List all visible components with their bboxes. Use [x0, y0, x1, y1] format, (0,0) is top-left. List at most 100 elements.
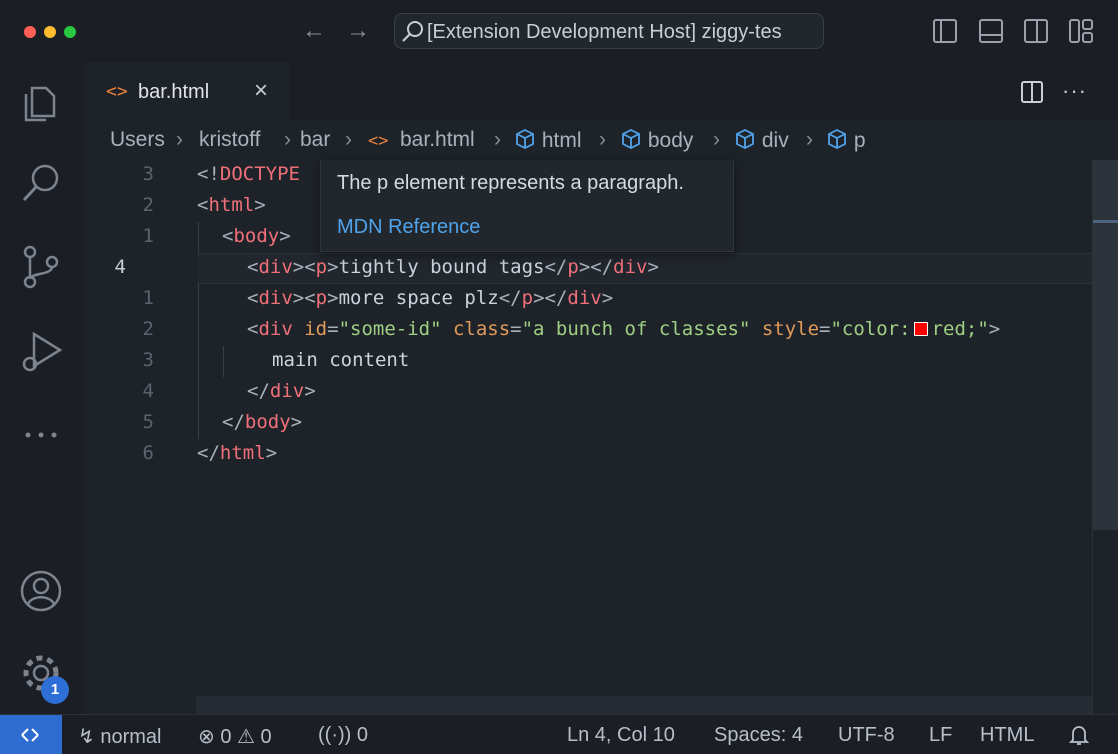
chevron-right-icon: ›: [284, 128, 291, 151]
close-icon[interactable]: ×: [254, 77, 268, 105]
code-text: <div><p>tightly bound tags</p></div>: [247, 256, 659, 278]
notifications-bell-icon[interactable]: [1068, 724, 1090, 746]
breadcrumb-item-users[interactable]: Users: [110, 128, 165, 152]
code-line: 5 </body>: [84, 408, 1094, 439]
symbol-element-icon: [516, 128, 534, 150]
breadcrumb: Users › kristoff › bar › <> bar.html › h…: [84, 122, 1118, 160]
mdn-reference-link[interactable]: MDN Reference: [337, 216, 480, 239]
explorer-icon[interactable]: [18, 78, 64, 124]
go-back-arrow-icon[interactable]: ←: [300, 16, 328, 46]
code-line: 6 </html>: [84, 439, 1094, 470]
code-text: <div id="some-id" class="a bunch of clas…: [247, 318, 1001, 340]
encoding-item[interactable]: UTF-8: [838, 724, 895, 747]
code-text: <body>: [222, 225, 291, 247]
breadcrumb-item-p[interactable]: p: [826, 128, 866, 153]
color-swatch-icon[interactable]: [913, 322, 928, 336]
breadcrumb-label: body: [647, 129, 694, 152]
chevron-right-icon: ›: [494, 128, 501, 151]
scrollbar-thumb[interactable]: [1093, 160, 1118, 530]
code-text: main content: [272, 349, 410, 371]
activity-bar: [0, 62, 84, 714]
code-text: </html>: [197, 442, 278, 464]
tab-label: bar.html: [138, 81, 210, 103]
problems-item[interactable]: ⊗ 0 ⚠ 0: [198, 724, 272, 749]
tab-bar: <> bar.html × ···: [84, 62, 1118, 120]
line-number: 1: [142, 287, 154, 309]
line-number: 5: [142, 411, 154, 433]
code-line: 1 <div><p>more space plz</p></div>: [84, 284, 1094, 315]
chevron-right-icon: ›: [345, 128, 352, 151]
code-text: </body>: [222, 411, 303, 433]
warning-icon: ⚠: [237, 726, 255, 748]
code-line: 3 main content: [84, 346, 1094, 377]
toggle-panel-icon[interactable]: [978, 18, 1004, 44]
symbol-element-icon: [622, 128, 640, 150]
remote-indicator[interactable]: [0, 715, 62, 754]
vertical-scrollbar[interactable]: [1092, 160, 1118, 714]
split-editor-icon[interactable]: [1020, 80, 1044, 104]
hover-description: The p element represents a paragraph.: [337, 172, 684, 194]
horizontal-scrollbar[interactable]: [196, 696, 1092, 714]
eol-item[interactable]: LF: [929, 724, 952, 747]
line-number-current: 4: [114, 256, 126, 278]
vim-mode-item[interactable]: ↯ normal: [78, 724, 161, 749]
window-close-button[interactable]: [24, 26, 36, 38]
breadcrumb-item-div[interactable]: div: [734, 128, 789, 153]
symbol-element-icon: [828, 128, 846, 150]
ports-count: 0: [356, 724, 368, 746]
toggle-secondary-sidebar-icon[interactable]: [1023, 18, 1049, 44]
breadcrumb-item-file[interactable]: bar.html: [400, 128, 475, 152]
tab-bar-html[interactable]: <> bar.html ×: [84, 62, 290, 120]
indentation-item[interactable]: Spaces: 4: [714, 724, 803, 747]
code-text: </div>: [247, 380, 316, 402]
html-file-icon: <>: [106, 81, 128, 102]
code-line-current: 4 <div><p>tightly bound tags</p></div>: [84, 253, 1094, 284]
line-number: 4: [142, 380, 154, 402]
breadcrumb-label: html: [541, 129, 582, 152]
ports-item[interactable]: ((·)) 0: [318, 724, 368, 747]
breadcrumb-item-kristoff[interactable]: kristoff: [199, 128, 260, 152]
line-number: 2: [142, 194, 154, 216]
command-center-text: [Extension Development Host] ziggy-tes: [427, 21, 782, 43]
warning-count: 0: [260, 726, 272, 748]
more-views-icon[interactable]: [18, 412, 64, 458]
more-actions-icon[interactable]: ···: [1062, 78, 1087, 104]
symbol-element-icon: [736, 128, 754, 150]
remote-icon: [21, 728, 39, 742]
line-number: 3: [142, 349, 154, 371]
run-and-debug-icon[interactable]: [18, 328, 64, 374]
chevron-right-icon: ›: [713, 128, 720, 151]
error-count: 0: [220, 726, 232, 748]
search-icon: [402, 21, 423, 42]
breadcrumb-item-bar[interactable]: bar: [300, 128, 330, 152]
chevron-right-icon: ›: [599, 128, 606, 151]
code-line: 4 </div>: [84, 377, 1094, 408]
line-number: 1: [142, 225, 154, 247]
status-bar: ↯ normal ⊗ 0 ⚠ 0 ((·)) 0 Ln 4, Col 10 Sp…: [0, 714, 1118, 754]
line-number: 6: [142, 442, 154, 464]
notification-badge: 1: [41, 676, 69, 704]
line-number: 2: [142, 318, 154, 340]
search-icon[interactable]: [18, 160, 64, 206]
window-minimize-button[interactable]: [44, 26, 56, 38]
code-line: 2 <div id="some-id" class="a bunch of cl…: [84, 315, 1094, 346]
breadcrumb-item-html[interactable]: html: [514, 128, 582, 153]
language-mode-item[interactable]: HTML: [980, 724, 1034, 747]
breadcrumb-item-body[interactable]: body: [620, 128, 693, 153]
lightning-icon: ↯: [78, 726, 95, 748]
title-bar: ← → [Extension Development Host] ziggy-t…: [0, 0, 1118, 62]
command-center[interactable]: [Extension Development Host] ziggy-tes: [394, 13, 824, 49]
toggle-primary-sidebar-icon[interactable]: [932, 18, 958, 44]
vim-mode-label: normal: [100, 726, 162, 748]
line-number: 3: [142, 163, 154, 185]
chevron-right-icon: ›: [806, 128, 813, 151]
breadcrumb-label: div: [761, 129, 789, 152]
code-text: <html>: [197, 194, 266, 216]
cursor-position-item[interactable]: Ln 4, Col 10: [567, 724, 675, 747]
breadcrumb-label: p: [853, 129, 866, 152]
accounts-icon[interactable]: [18, 568, 64, 614]
cursor-position-marker: [1093, 220, 1118, 223]
go-forward-arrow-icon[interactable]: →: [344, 16, 372, 46]
window-maximize-button[interactable]: [64, 26, 76, 38]
customize-layout-icon[interactable]: [1068, 18, 1094, 44]
